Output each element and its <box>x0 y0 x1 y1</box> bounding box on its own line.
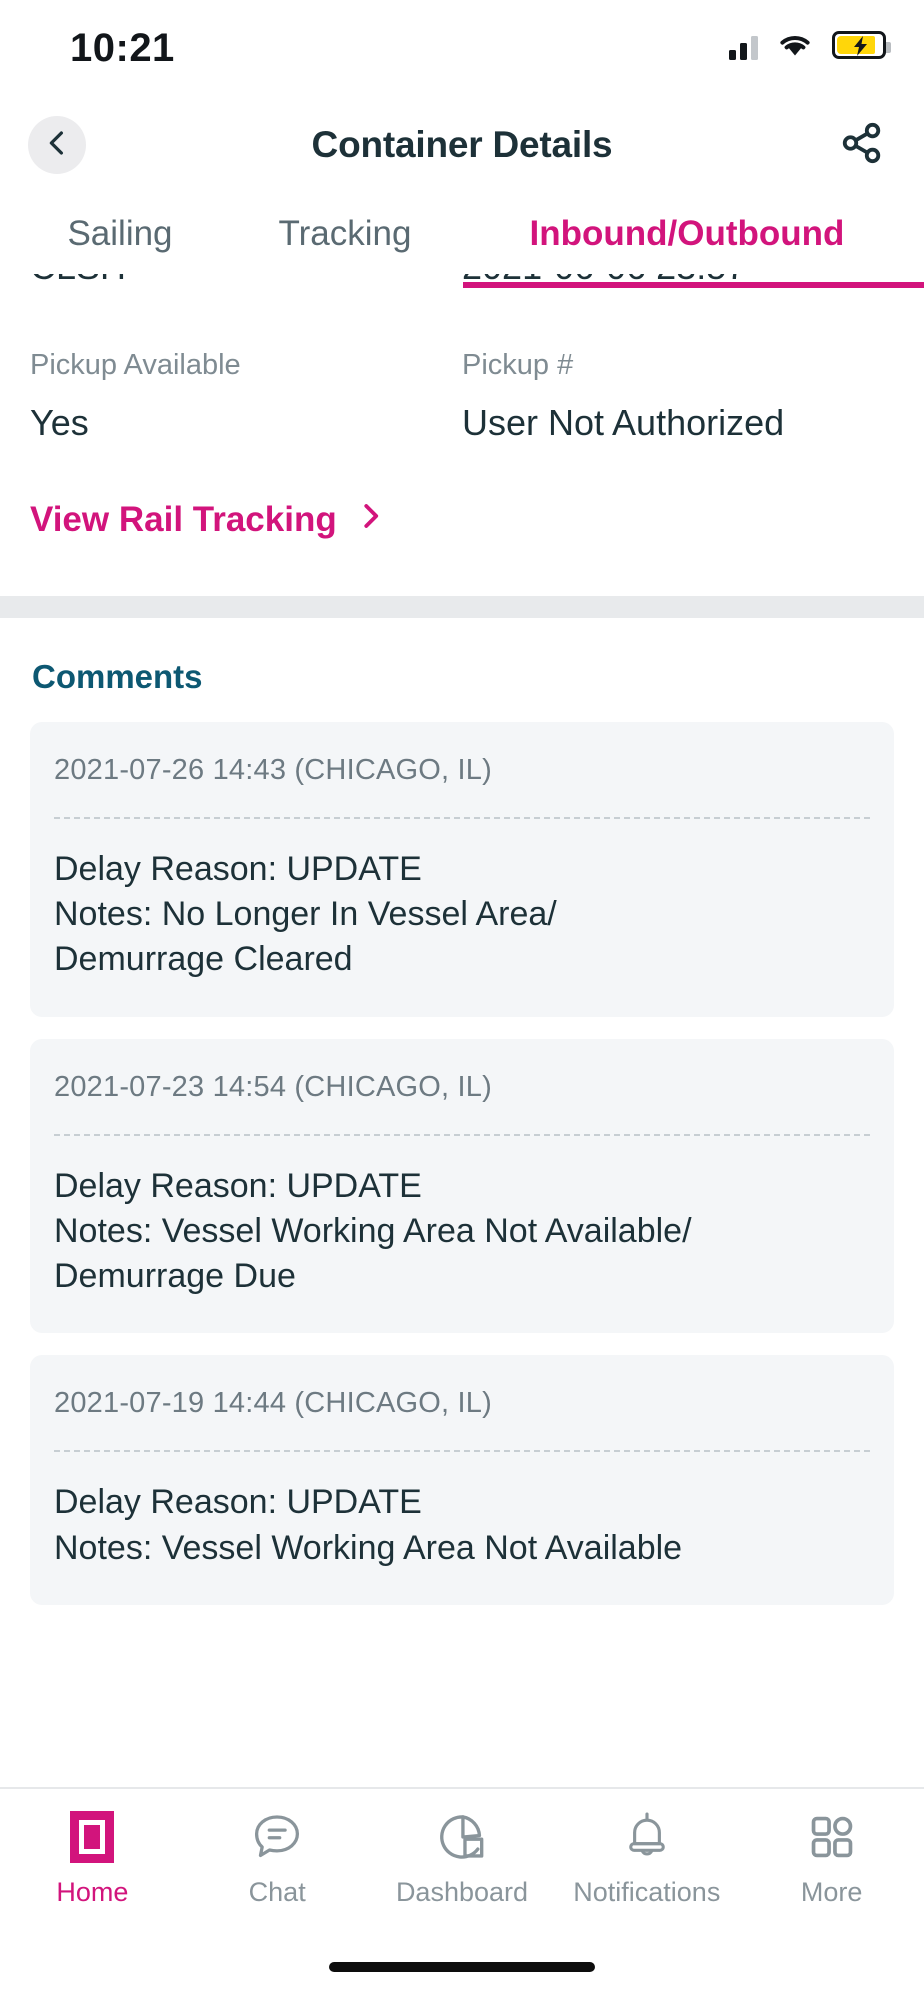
tabbar-item-more[interactable]: More <box>739 1811 924 1908</box>
tabbar-label: Chat <box>248 1877 306 1907</box>
field-pickup-available: Pickup Available Yes <box>30 348 462 444</box>
chevron-right-icon <box>355 500 385 540</box>
field-label: Pickup Available <box>30 349 241 381</box>
comment-delay-reason: Delay Reason: UPDATE <box>54 849 422 888</box>
comment-notes-line-1: Notes: Vessel Working Area Not Available… <box>54 1211 692 1250</box>
tab-strip: Sailing Tracking Inbound/Outbound <box>0 194 924 274</box>
comment-card: 2021-07-19 14:44 (CHICAGO, IL) Delay Rea… <box>30 1355 894 1605</box>
comment-divider <box>54 816 870 819</box>
status-bar-indicators <box>729 30 891 60</box>
share-button[interactable] <box>834 117 890 173</box>
comment-card: 2021-07-23 14:54 (CHICAGO, IL) Delay Rea… <box>30 1038 894 1334</box>
tabbar-item-dashboard[interactable]: Dashboard <box>370 1811 555 1908</box>
field-value: User Not Authorized <box>462 401 785 443</box>
comment-notes-line-1: Notes: No Longer In Vessel Area/ <box>54 895 557 934</box>
field-label: Pickup # <box>462 349 574 381</box>
phone-screen: 10:21 Container Details Sailing Tracking… <box>0 0 924 1999</box>
comments-heading: Comments <box>32 657 203 695</box>
bell-icon <box>623 1811 671 1863</box>
navigation-bar: Container Details <box>0 96 924 194</box>
pie-chart-icon <box>436 1811 488 1863</box>
tab-sailing[interactable]: Sailing <box>0 214 240 254</box>
section-divider-band <box>0 595 924 618</box>
comment-divider <box>54 1133 870 1136</box>
wifi-icon <box>777 31 813 59</box>
cellular-signal-icon <box>729 30 758 60</box>
tabbar-item-home[interactable]: Home <box>0 1811 185 1908</box>
comment-notes-line-2: Demurrage Cleared <box>54 940 353 979</box>
view-rail-tracking-label: View Rail Tracking <box>30 499 337 539</box>
comments-section: Comments 2021-07-26 14:43 (CHICAGO, IL) … <box>0 617 924 1605</box>
comment-timestamp: 2021-07-19 14:44 (CHICAGO, IL) <box>54 1387 492 1420</box>
clipped-right-cell: 2021-06-06 23:57 <box>462 274 894 314</box>
scroll-content[interactable]: CLSH 2021-06-06 23:57 Pickup Available Y… <box>0 274 924 1787</box>
back-button[interactable] <box>28 116 86 174</box>
tabbar-item-chat[interactable]: Chat <box>185 1811 370 1908</box>
comment-notes-line-1: Notes: Vessel Working Area Not Available <box>54 1528 683 1567</box>
tabbar-label: Home <box>56 1877 129 1907</box>
comment-card: 2021-07-26 14:43 (CHICAGO, IL) Delay Rea… <box>30 721 894 1017</box>
share-icon <box>839 120 885 171</box>
tab-inbound-outbound[interactable]: Inbound/Outbound <box>450 214 924 254</box>
comment-delay-reason: Delay Reason: UPDATE <box>54 1483 422 1522</box>
view-rail-tracking-link[interactable]: View Rail Tracking <box>30 500 894 544</box>
tab-tracking[interactable]: Tracking <box>240 214 450 254</box>
battery-charging-icon <box>832 31 891 59</box>
page-title: Container Details <box>311 124 613 165</box>
active-tab-underline <box>463 282 924 288</box>
detail-panel: CLSH 2021-06-06 23:57 Pickup Available Y… <box>0 274 924 544</box>
chat-bubble-icon <box>252 1811 302 1863</box>
status-bar: 10:21 <box>0 0 924 96</box>
clipped-detail-row: CLSH 2021-06-06 23:57 <box>30 274 894 314</box>
tabbar-label: Notifications <box>573 1877 721 1907</box>
clipped-left-cell: CLSH <box>30 274 462 314</box>
grid-more-icon <box>808 1811 856 1863</box>
pickup-row: Pickup Available Yes Pickup # User Not A… <box>30 348 894 444</box>
home-indicator[interactable] <box>329 1962 595 1972</box>
comment-timestamp: 2021-07-26 14:43 (CHICAGO, IL) <box>54 753 492 786</box>
clipped-left-value: CLSH <box>30 274 462 288</box>
comment-delay-reason: Delay Reason: UPDATE <box>54 1166 422 1205</box>
field-pickup-number: Pickup # User Not Authorized <box>462 348 894 444</box>
comment-divider <box>54 1450 870 1453</box>
tabbar-label: More <box>800 1877 863 1907</box>
home-container-icon <box>70 1811 115 1863</box>
field-value: Yes <box>30 401 89 443</box>
bottom-tab-bar: Home Chat Dashboard Notifications More <box>0 1787 924 1935</box>
chevron-left-icon <box>42 128 72 163</box>
comment-notes-line-2: Demurrage Due <box>54 1257 296 1296</box>
tabbar-label: Dashboard <box>395 1877 529 1907</box>
home-indicator-area <box>0 1935 924 1999</box>
tabbar-item-notifications[interactable]: Notifications <box>554 1811 739 1908</box>
comment-timestamp: 2021-07-23 14:54 (CHICAGO, IL) <box>54 1070 492 1103</box>
status-bar-time: 10:21 <box>70 26 175 70</box>
